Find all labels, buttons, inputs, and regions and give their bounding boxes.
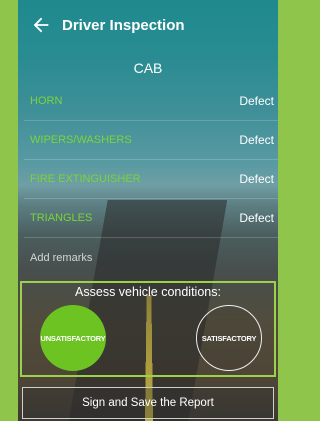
assess-title: Assess vehicle conditions: xyxy=(75,285,221,299)
app-header: Driver Inspection xyxy=(18,0,278,50)
item-label: WIPERS/WASHERS xyxy=(30,134,132,146)
inspection-row[interactable]: FIRE EXTINGUISHER Defect xyxy=(24,160,278,199)
sign-save-label: Sign and Save the Report xyxy=(82,397,214,409)
item-label: HORN xyxy=(30,95,63,107)
unsatisfactory-button[interactable]: UNSATISFACTORY xyxy=(40,305,106,371)
inspection-row[interactable]: TRIANGLES Defect xyxy=(24,199,278,238)
inspection-row[interactable]: WIPERS/WASHERS Defect xyxy=(24,121,278,160)
inspection-row[interactable]: HORN Defect xyxy=(24,82,278,121)
item-status[interactable]: Defect xyxy=(239,211,278,225)
item-status[interactable]: Defect xyxy=(239,133,278,147)
item-label: FIRE EXTINGUISHER xyxy=(30,173,141,185)
item-status[interactable]: Defect xyxy=(239,94,278,108)
item-label: TRIANGLES xyxy=(30,212,93,224)
section-title: CAB xyxy=(133,60,163,76)
page-title: Driver Inspection xyxy=(62,16,185,34)
sign-save-button[interactable]: Sign and Save the Report xyxy=(22,387,274,419)
satisfactory-button[interactable]: SATISFACTORY xyxy=(196,305,262,371)
app-screen: Driver Inspection CAB HORN Defect WIPERS… xyxy=(18,0,278,421)
unsatisfactory-label: UNSATISFACTORY xyxy=(40,333,106,343)
satisfactory-label: SATISFACTORY xyxy=(201,333,257,343)
item-status[interactable]: Defect xyxy=(239,172,278,186)
remarks-input[interactable]: Add remarks xyxy=(30,252,92,264)
arrow-left-icon[interactable] xyxy=(30,14,52,36)
assess-panel: Assess vehicle conditions: UNSATISFACTOR… xyxy=(20,281,276,377)
